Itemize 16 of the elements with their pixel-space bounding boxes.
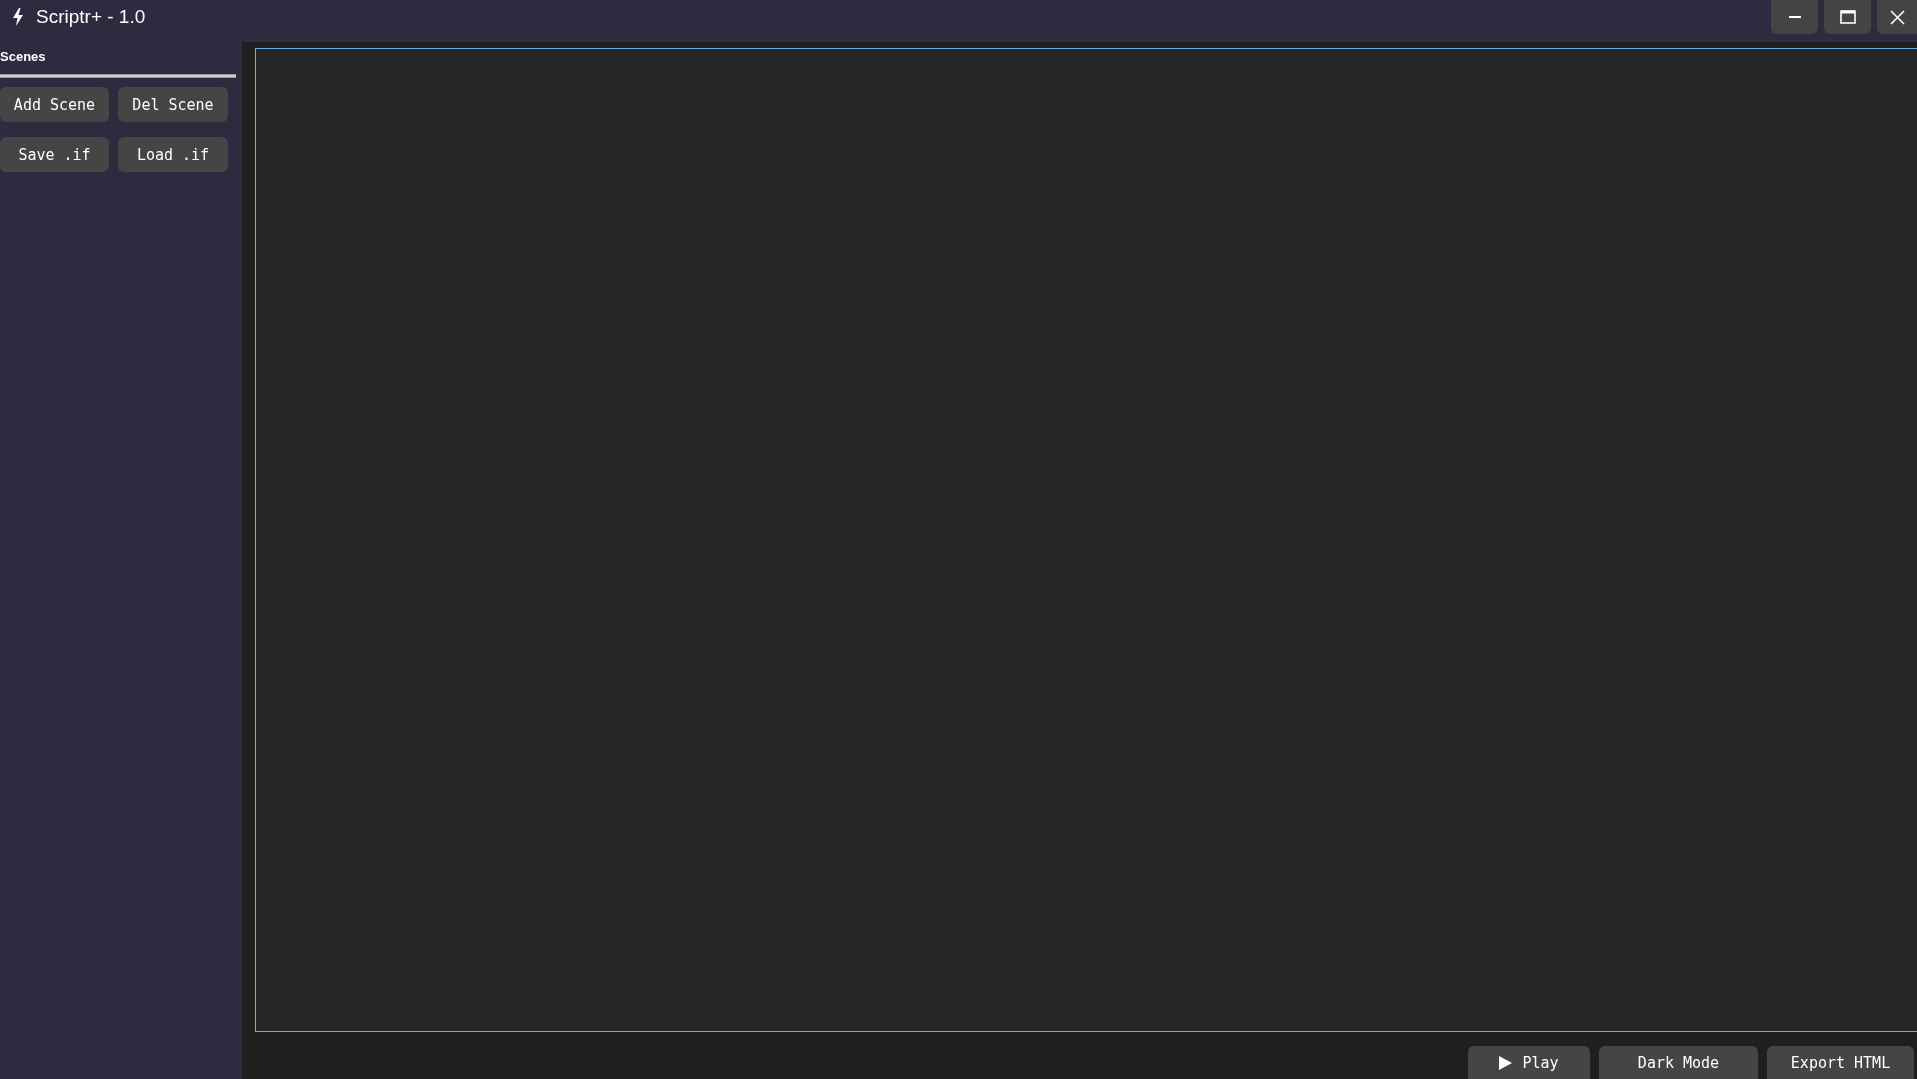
close-icon xyxy=(1889,9,1905,25)
window-title: Scriptr+ - 1.0 xyxy=(36,5,146,29)
maximize-button[interactable] xyxy=(1824,0,1871,34)
maximize-icon xyxy=(1839,10,1856,24)
play-icon xyxy=(1499,1055,1513,1070)
sidebar-button[interactable]: Del Scene xyxy=(118,87,228,122)
minimize-icon xyxy=(1788,16,1801,18)
close-button[interactable] xyxy=(1877,0,1917,34)
sidebar-button[interactable]: Load .if xyxy=(118,137,228,172)
sidebar-heading: Scenes xyxy=(0,48,46,66)
lightning-bolt-icon xyxy=(12,8,24,26)
sidebar-button[interactable]: Add Scene xyxy=(0,87,109,122)
toolbar-button[interactable]: Export HTML xyxy=(1767,1046,1914,1079)
play-button[interactable]: Play xyxy=(1468,1046,1590,1079)
sidebar-button[interactable]: Save .if xyxy=(0,137,109,172)
toolbar-button[interactable]: Dark Mode xyxy=(1599,1046,1758,1079)
